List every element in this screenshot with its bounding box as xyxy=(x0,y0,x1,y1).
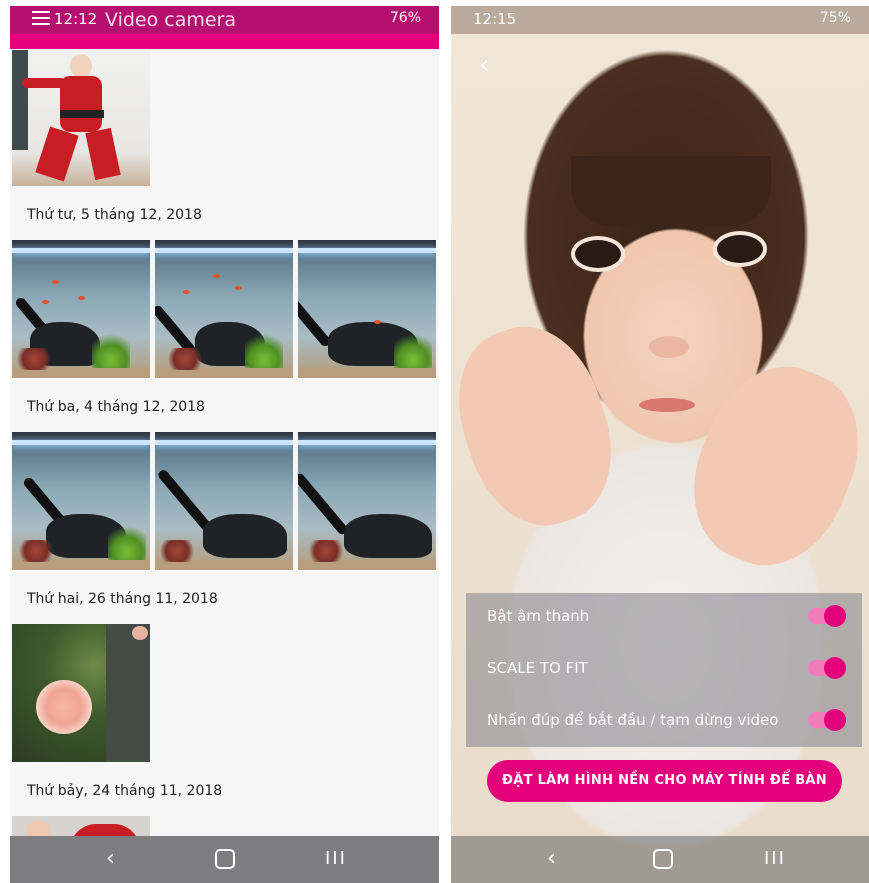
navigation-bar: ‹ III xyxy=(451,836,869,883)
status-bar: 12:15 75% xyxy=(451,6,869,34)
status-battery: 76% xyxy=(389,10,421,26)
scale-to-fit-toggle[interactable] xyxy=(808,657,846,679)
setting-double-tap[interactable]: Nhấn đúp để bắt đầu / tạm dừng video xyxy=(466,697,862,747)
photo-thumbnail[interactable] xyxy=(12,50,150,186)
photo-thumbnail[interactable] xyxy=(155,432,293,570)
date-header: Thứ hai, 26 tháng 11, 2018 xyxy=(27,591,218,607)
double-tap-toggle[interactable] xyxy=(808,709,846,731)
settings-panel: Bật âm thanh SCALE TO FIT Nhấn đúp để bắ… xyxy=(466,593,862,747)
navigation-bar: ‹ III xyxy=(10,836,439,883)
wallpaper-preview-screen: 12:15 75% ‹ Bật âm thanh SCALE TO FIT Nh… xyxy=(451,6,869,883)
setting-label: Nhấn đúp để bắt đầu / tạm dừng video xyxy=(487,711,779,729)
back-icon[interactable]: ‹ xyxy=(479,50,489,80)
status-time: 12:15 xyxy=(473,10,517,28)
set-wallpaper-button[interactable]: ĐẶT LÀM HÌNH NỀN CHO MÁY TÍNH ĐỂ BÀN xyxy=(487,760,842,802)
menu-icon[interactable] xyxy=(32,11,50,25)
date-header: Thứ tư, 5 tháng 12, 2018 xyxy=(27,207,202,223)
nav-back-button[interactable]: ‹ xyxy=(547,846,556,871)
status-time: 12:12 xyxy=(54,10,98,28)
photo-thumbnail[interactable] xyxy=(12,432,150,570)
setting-label: Bật âm thanh xyxy=(487,607,590,625)
photo-thumbnail[interactable] xyxy=(155,240,293,378)
setting-scale-to-fit[interactable]: SCALE TO FIT xyxy=(466,645,862,695)
sound-toggle[interactable] xyxy=(808,605,846,627)
page-title: Video camera xyxy=(105,9,237,31)
date-header: Thứ ba, 4 tháng 12, 2018 xyxy=(27,399,205,415)
photo-thumbnail[interactable] xyxy=(12,624,150,762)
nav-home-button[interactable] xyxy=(653,849,673,869)
nav-recent-button[interactable]: III xyxy=(325,848,347,869)
video-preview[interactable] xyxy=(451,6,869,883)
photo-thumbnail[interactable] xyxy=(298,432,436,570)
gallery-screen: 12:12 Video camera 76% Thứ tư, 5 tháng 1… xyxy=(10,6,439,883)
setting-sound[interactable]: Bật âm thanh xyxy=(466,593,862,643)
app-bar xyxy=(10,34,439,49)
status-bar: 12:12 Video camera 76% xyxy=(10,6,439,34)
photo-thumbnail[interactable] xyxy=(298,240,436,378)
nav-back-button[interactable]: ‹ xyxy=(106,846,115,871)
photo-thumbnail[interactable] xyxy=(12,240,150,378)
nav-recent-button[interactable]: III xyxy=(764,848,786,869)
date-header: Thứ bảy, 24 tháng 11, 2018 xyxy=(27,783,223,799)
status-battery: 75% xyxy=(819,10,851,26)
nav-home-button[interactable] xyxy=(215,849,235,869)
setting-label: SCALE TO FIT xyxy=(487,659,588,677)
